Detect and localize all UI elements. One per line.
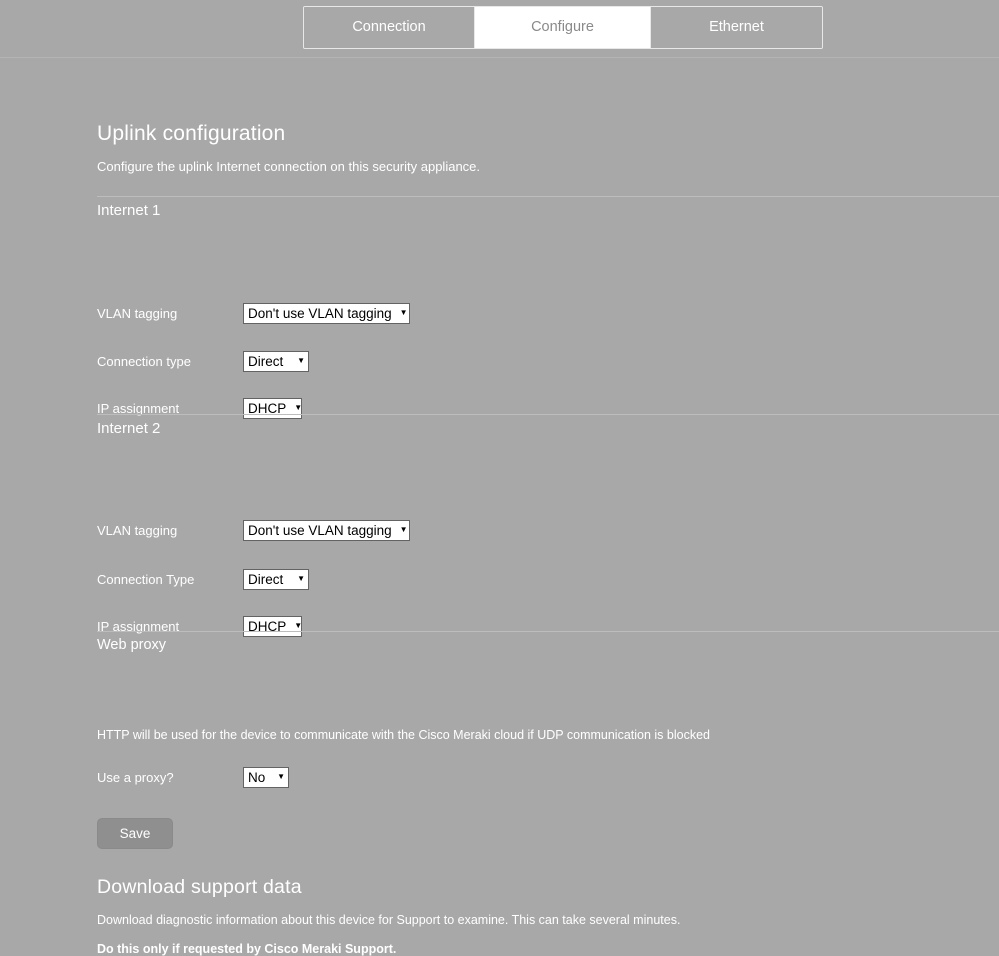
field-row-internet1-connection-type: Connection type Direct ▼ bbox=[97, 350, 309, 372]
tab-ethernet[interactable]: Ethernet bbox=[651, 7, 822, 48]
select-internet2-connection-type[interactable]: Direct ▼ bbox=[243, 568, 309, 590]
save-button[interactable]: Save bbox=[97, 818, 173, 849]
download-support-data-description: Download diagnostic information about th… bbox=[97, 913, 681, 927]
web-proxy-description: HTTP will be used for the device to comm… bbox=[97, 728, 710, 742]
select-internet2-vlan-tagging-value: Don't use VLAN tagging bbox=[248, 522, 392, 538]
section-heading-internet-1: Internet 1 bbox=[97, 196, 999, 219]
field-row-internet2-vlan-tagging: VLAN tagging Don't use VLAN tagging ▼ bbox=[97, 519, 410, 541]
download-support-data-title: Download support data bbox=[97, 876, 302, 898]
label-internet1-connection-type: Connection type bbox=[97, 353, 191, 369]
chevron-down-icon: ▼ bbox=[399, 525, 408, 534]
field-row-use-a-proxy: Use a proxy? No ▼ bbox=[97, 766, 289, 788]
page-title: Uplink configuration bbox=[97, 122, 286, 145]
select-use-a-proxy[interactable]: No ▼ bbox=[243, 766, 289, 788]
chevron-down-icon: ▼ bbox=[297, 574, 305, 583]
chevron-down-icon: ▼ bbox=[277, 772, 285, 781]
label-internet2-connection-type: Connection Type bbox=[97, 571, 195, 587]
select-internet1-connection-type-value: Direct bbox=[248, 353, 284, 369]
tab-connection[interactable]: Connection bbox=[304, 7, 475, 48]
tab-configure[interactable]: Configure bbox=[475, 7, 651, 48]
label-internet1-vlan-tagging: VLAN tagging bbox=[97, 305, 178, 321]
chevron-down-icon: ▼ bbox=[297, 356, 305, 365]
select-use-a-proxy-value: No bbox=[248, 769, 266, 785]
select-internet2-connection-type-value: Direct bbox=[248, 571, 284, 587]
select-internet1-vlan-tagging-value: Don't use VLAN tagging bbox=[248, 305, 392, 321]
label-use-a-proxy: Use a proxy? bbox=[97, 769, 174, 785]
field-row-internet2-connection-type: Connection Type Direct ▼ bbox=[97, 568, 309, 590]
tab-bar-container: Connection Configure Ethernet bbox=[0, 0, 999, 58]
select-internet1-vlan-tagging[interactable]: Don't use VLAN tagging ▼ bbox=[243, 302, 410, 324]
chevron-down-icon: ▼ bbox=[399, 308, 408, 317]
page-subtitle: Configure the uplink Internet connection… bbox=[97, 159, 481, 174]
section-heading-web-proxy: Web proxy bbox=[97, 631, 999, 653]
chevron-down-icon: ▼ bbox=[294, 621, 303, 630]
select-internet1-connection-type[interactable]: Direct ▼ bbox=[243, 350, 309, 372]
select-internet2-vlan-tagging[interactable]: Don't use VLAN tagging ▼ bbox=[243, 519, 410, 541]
section-heading-internet-2: Internet 2 bbox=[97, 414, 999, 437]
field-row-internet1-vlan-tagging: VLAN tagging Don't use VLAN tagging ▼ bbox=[97, 302, 410, 324]
chevron-down-icon: ▼ bbox=[294, 403, 303, 412]
label-internet2-vlan-tagging: VLAN tagging bbox=[97, 522, 178, 538]
tab-bar: Connection Configure Ethernet bbox=[303, 6, 823, 49]
download-support-data-warning: Do this only if requested by Cisco Merak… bbox=[97, 942, 397, 956]
